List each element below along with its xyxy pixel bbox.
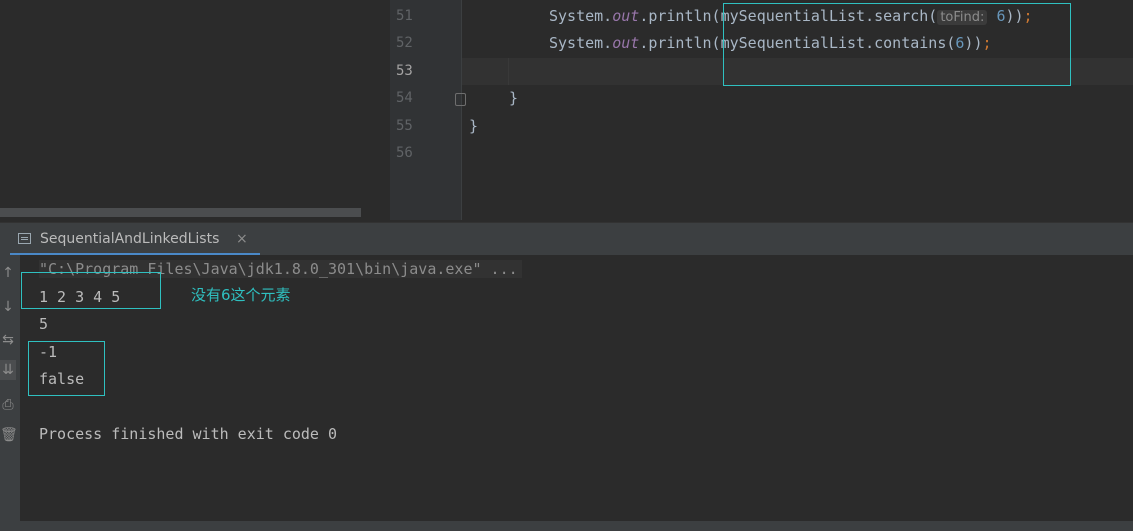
console-line: 5	[39, 315, 49, 333]
run-toolbar: ↑ ↓ ⇆ ⇊ ⎙ 🗑	[0, 255, 20, 531]
line-number: 51	[396, 8, 413, 24]
code-token: System.	[549, 34, 613, 52]
code-token-out: out	[612, 7, 640, 25]
code-line-55[interactable]: }	[469, 117, 478, 135]
line-number-current: 53	[396, 63, 413, 79]
print-icon[interactable]: ⎙	[0, 395, 16, 415]
line-number: 56	[396, 145, 413, 161]
line-number: 54	[396, 90, 413, 106]
horizontal-scrollbar[interactable]	[0, 208, 361, 217]
code-token: System.	[549, 7, 613, 25]
down-arrow-icon[interactable]: ↓	[0, 297, 16, 317]
line-number: 52	[396, 35, 413, 51]
editor-left-pane	[0, 0, 390, 220]
gutter-separator	[461, 0, 462, 220]
soft-wrap-icon[interactable]: ⇆	[0, 330, 16, 350]
fold-marker-icon[interactable]	[455, 93, 466, 106]
trash-icon[interactable]: 🗑	[0, 425, 18, 445]
line-number: 55	[396, 118, 413, 134]
code-editor[interactable]: 51 52 53 54 55 56 System.out.println(myS…	[0, 0, 1133, 220]
annotation-box-output	[21, 272, 161, 309]
console-output[interactable]	[20, 255, 1133, 531]
annotation-box-results	[28, 341, 105, 396]
line-number-gutter	[390, 0, 462, 220]
annotation-note: 没有6这个元素	[191, 286, 291, 304]
code-line-54[interactable]: }	[509, 89, 518, 107]
scroll-to-end-icon[interactable]: ⇊	[0, 360, 16, 380]
up-arrow-icon[interactable]: ↑	[0, 263, 16, 283]
code-token-out: out	[612, 34, 640, 52]
console-line: Process finished with exit code 0	[39, 425, 338, 443]
annotation-box-code	[723, 3, 1071, 86]
run-tab-label: SequentialAndLinkedLists	[40, 231, 220, 247]
run-tab[interactable]: SequentialAndLinkedLists ×	[10, 223, 260, 256]
run-panel-header: SequentialAndLinkedLists ×	[0, 222, 1133, 256]
indent-guide	[508, 58, 509, 85]
close-icon[interactable]: ×	[236, 231, 248, 247]
console-icon	[18, 233, 31, 244]
status-bar	[0, 521, 1133, 531]
